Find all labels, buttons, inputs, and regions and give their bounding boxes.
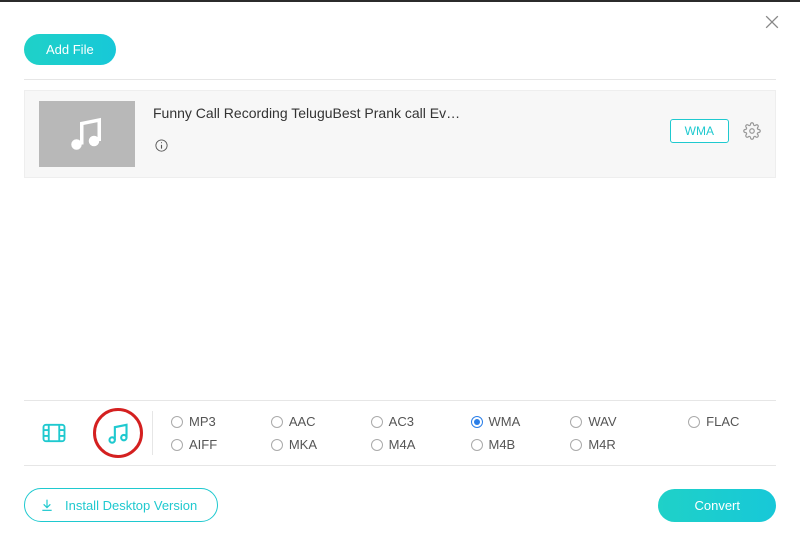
format-option-wav[interactable]: WAV: [570, 414, 670, 429]
format-label: MP3: [189, 414, 216, 429]
file-title: Funny Call Recording TeluguBest Prank ca…: [153, 105, 670, 121]
format-label: FLAC: [706, 414, 739, 429]
info-icon[interactable]: [153, 137, 169, 153]
format-option-mka[interactable]: MKA: [271, 437, 371, 452]
format-option-flac[interactable]: FLAC: [688, 414, 788, 429]
format-option-aac[interactable]: AAC: [271, 414, 371, 429]
format-label: M4A: [389, 437, 416, 452]
music-note-icon: [66, 113, 108, 155]
file-meta: Funny Call Recording TeluguBest Prank ca…: [135, 101, 670, 158]
format-option-mp3[interactable]: MP3: [171, 414, 271, 429]
format-option-m4b[interactable]: M4B: [471, 437, 571, 452]
file-thumbnail: [39, 101, 135, 167]
format-option-ac3[interactable]: AC3: [371, 414, 471, 429]
format-grid: MP3 AAC AC3 WMA WAV AIFF MKA M4A M4B M4R…: [153, 411, 770, 455]
format-label: AIFF: [189, 437, 217, 452]
type-tabs: [30, 411, 153, 455]
format-panel: MP3 AAC AC3 WMA WAV AIFF MKA M4A M4B M4R…: [24, 400, 776, 466]
output-format-badge[interactable]: WMA: [670, 119, 729, 143]
format-option-m4r[interactable]: M4R: [570, 437, 670, 452]
install-desktop-button[interactable]: Install Desktop Version: [24, 488, 218, 522]
audio-tab-icon: [104, 419, 132, 447]
audio-tab[interactable]: [96, 411, 140, 455]
format-label: MKA: [289, 437, 317, 452]
format-label: M4R: [588, 437, 615, 452]
format-option-m4a[interactable]: M4A: [371, 437, 471, 452]
file-actions: WMA: [670, 101, 761, 143]
file-row: Funny Call Recording TeluguBest Prank ca…: [24, 90, 776, 178]
format-label: AC3: [389, 414, 414, 429]
convert-button[interactable]: Convert: [658, 489, 776, 522]
format-label: M4B: [489, 437, 516, 452]
format-label: WMA: [489, 414, 521, 429]
format-label: AAC: [289, 414, 316, 429]
bottom-bar: Install Desktop Version Convert: [24, 488, 776, 522]
format-option-aiff[interactable]: AIFF: [171, 437, 271, 452]
header: Add File: [0, 6, 800, 79]
download-icon: [39, 497, 55, 513]
format-label: WAV: [588, 414, 616, 429]
install-label: Install Desktop Version: [65, 498, 197, 513]
format-option-wma[interactable]: WMA: [471, 414, 571, 429]
close-icon[interactable]: [762, 12, 782, 32]
video-tab-icon[interactable]: [40, 419, 68, 447]
divider: [24, 79, 776, 80]
add-file-button[interactable]: Add File: [24, 34, 116, 65]
gear-icon[interactable]: [743, 122, 761, 140]
